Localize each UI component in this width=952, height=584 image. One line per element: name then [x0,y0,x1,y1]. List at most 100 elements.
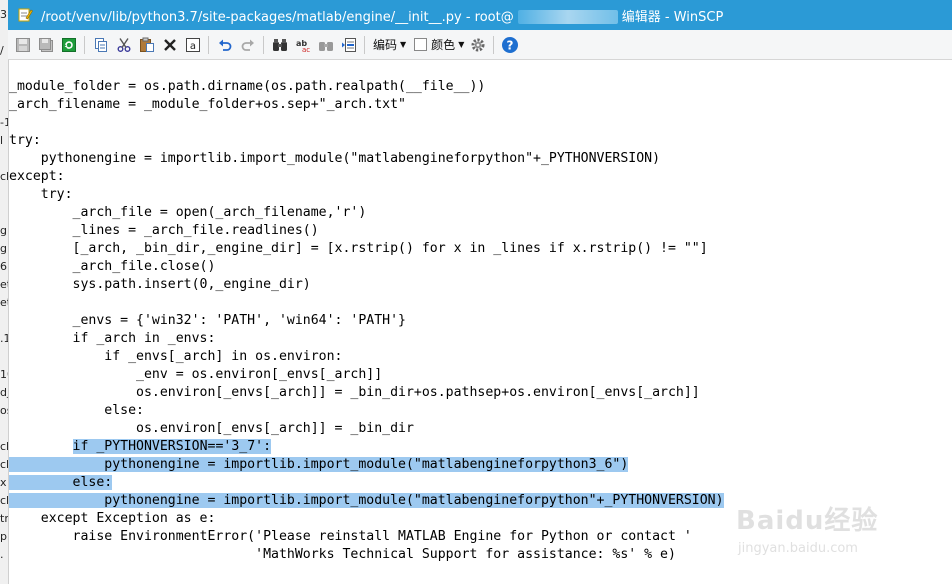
background-text-fragment: et [0,296,8,309]
background-text-fragment: 3 [0,8,7,21]
background-text-fragment: 6 [0,260,7,273]
save-all-icon[interactable] [35,34,57,56]
background-text-fragment: 10 [0,368,8,381]
code-line-text: _lines = _arch_file.readlines() [9,223,319,238]
encoding-label: 编码 [373,38,398,52]
code-line[interactable]: else: [9,403,724,421]
code-line-text: _arch_file.close() [9,259,216,274]
color-label: 颜色 [431,38,456,52]
code-line-text: except: [9,169,65,184]
code-line-text: _arch_filename = _module_folder+os.sep+"… [9,97,406,112]
paste-icon[interactable] [136,34,158,56]
delete-icon[interactable] [159,34,181,56]
background-text-fragment: g [0,224,7,237]
background-text-fragment: l [0,134,4,147]
background-text-fragment: cl [0,440,9,453]
code-line[interactable]: _arch_filename = _module_folder+os.sep+"… [9,97,724,115]
undo-icon[interactable] [214,34,236,56]
code-line[interactable]: _arch_file = open(_arch_filename,'r') [9,205,724,223]
code-line[interactable]: except: [9,169,724,187]
code-line[interactable]: _env = os.environ[_envs[_arch]] [9,367,724,385]
notepad-edit-icon [18,8,33,22]
find-next-icon[interactable] [315,34,337,56]
code-line[interactable] [9,115,724,133]
replace-icon[interactable]: ab ac [292,34,314,56]
settings-icon[interactable] [467,34,489,56]
code-line[interactable]: os.environ[_envs[_arch]] = _bin_dir [9,421,724,439]
code-editor[interactable]: _module_folder = os.path.dirname(os.path… [9,60,952,584]
code-line-text: _arch_file = open(_arch_filename,'r') [9,205,367,220]
svg-text:a: a [190,41,196,52]
refresh-icon[interactable] [58,34,80,56]
background-text-fragment: tr [0,512,9,525]
code-line[interactable]: pythonengine = importlib.import_module("… [9,151,724,169]
code-line[interactable]: if _envs[_arch] in os.environ: [9,349,724,367]
code-line-text: [_arch, _bin_dir,_engine_dir] = [x.rstri… [9,241,708,256]
code-line-text: _envs = {'win32': 'PATH', 'win64': 'PATH… [9,313,406,328]
toolbar-separator [493,35,495,54]
code-line-text: else: [9,475,113,490]
color-menu[interactable]: 颜色 ▼ [414,36,464,53]
chevron-down-icon: ▼ [400,40,407,49]
window-title: /root/venv/lib/python3.7/site-packages/m… [41,6,723,25]
background-text-fragment: .1 [0,332,8,345]
code-line-text: try: [9,187,73,202]
title-bar: /root/venv/lib/python3.7/site-packages/m… [8,0,952,30]
cut-icon[interactable] [113,34,135,56]
code-line-text: except Exception as e: [9,511,216,526]
help-icon[interactable]: ? [499,34,521,56]
copy-icon[interactable] [90,34,112,56]
background-text-fragment: x [0,476,7,489]
svg-text:ac: ac [302,46,310,53]
code-line[interactable]: pythonengine = importlib.import_module("… [9,457,724,475]
code-line[interactable]: _lines = _arch_file.readlines() [9,223,724,241]
background-text-fragment: -1 [0,116,8,129]
toolbar-separator [84,35,85,54]
code-line-text: if _envs[_arch] in os.environ: [9,349,343,364]
toolbar-separator [364,35,365,54]
editor-toolbar: a ab ac 编码 ▼ 颜色 ▼ ? [8,30,952,60]
code-line[interactable]: _envs = {'win32': 'PATH', 'win64': 'PATH… [9,313,724,331]
code-line[interactable]: _arch_file.close() [9,259,724,277]
code-line[interactable]: sys.path.insert(0,_engine_dir) [9,277,724,295]
code-line-text: sys.path.insert(0,_engine_dir) [9,277,311,292]
chevron-down-icon: ▼ [458,40,465,49]
code-line[interactable]: [_arch, _bin_dir,_engine_dir] = [x.rstri… [9,241,724,259]
code-line-text: os.environ[_envs[_arch]] = _bin_dir [9,421,414,436]
select-all-icon[interactable]: a [182,34,204,56]
code-line[interactable]: if _arch in _envs: [9,331,724,349]
code-line[interactable]: except Exception as e: [9,511,724,529]
code-line[interactable] [9,295,724,313]
code-line[interactable]: pythonengine = importlib.import_module("… [9,493,724,511]
code-line[interactable]: try: [9,187,724,205]
background-text-fragment: g [0,242,7,255]
save-icon[interactable] [12,34,34,56]
find-icon[interactable] [269,34,291,56]
selected-text: if _PYTHONVERSION=='3_7': [72,439,272,454]
toolbar-separator [208,35,209,54]
code-line[interactable]: os.environ[_envs[_arch]] = _bin_dir+os.p… [9,385,724,403]
code-line-text: 'MathWorks Technical Support for assista… [9,547,676,562]
background-text-fragment: p [0,530,7,543]
background-window-edge: 3 / -1 l cl gg 6 et et .1 10 dj os cl cl x cl tr p. [0,0,9,584]
redo-icon[interactable] [237,34,259,56]
code-line[interactable]: else: [9,475,724,493]
code-line[interactable]: _module_folder = os.path.dirname(os.path… [9,79,724,97]
code-line[interactable]: raise EnvironmentError('Please reinstall… [9,529,724,547]
code-lines: _module_folder = os.path.dirname(os.path… [9,79,724,565]
toolbar-separator [263,35,264,54]
code-line[interactable]: if _PYTHONVERSION=='3_7': [9,439,724,457]
code-line-text: pythonengine = importlib.import_module("… [9,457,629,472]
code-line-text: if _arch in _envs: [9,331,216,346]
code-line-text: else: [9,403,144,418]
code-line-text: os.environ[_envs[_arch]] = _bin_dir+os.p… [9,385,700,400]
goto-line-icon[interactable] [338,34,360,56]
code-line-text: if _PYTHONVERSION=='3_7': [9,439,273,454]
encoding-menu[interactable]: 编码 ▼ [373,36,406,53]
window-title-app: 编辑器 - WinSCP [621,9,724,25]
color-checkbox[interactable] [414,38,428,51]
code-line[interactable]: 'MathWorks Technical Support for assista… [9,547,724,565]
code-line[interactable]: try: [9,133,724,151]
background-text-fragment: cl [0,458,9,471]
